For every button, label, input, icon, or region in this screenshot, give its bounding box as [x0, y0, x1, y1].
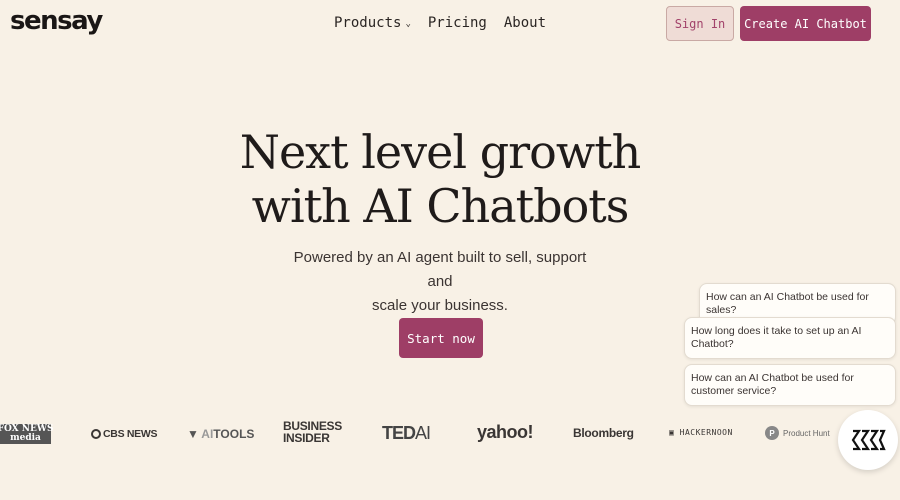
cbs-news-logo-text: CBS NEWS: [103, 428, 158, 440]
product-hunt-icon: P: [765, 426, 779, 440]
aitools-logo: ▼ AI TOOLS: [187, 427, 254, 441]
nav-pricing[interactable]: Pricing: [428, 15, 487, 31]
sign-in-button[interactable]: Sign In: [666, 6, 734, 41]
brand-logo[interactable]: sensay: [10, 6, 103, 36]
suggestion-chip[interactable]: How long does it take to set up an AI Ch…: [684, 317, 896, 359]
chevron-down-icon: ⌄: [405, 19, 411, 29]
create-ai-chatbot-button[interactable]: Create AI Chatbot: [740, 6, 871, 41]
hero-title-line2: with AI Chatbots: [251, 179, 630, 233]
suggestion-chip[interactable]: How can an AI Chatbot be used for custom…: [684, 364, 896, 406]
nav-about[interactable]: About: [504, 15, 546, 31]
nav-products[interactable]: Products ⌄: [334, 15, 411, 31]
chat-widget-button[interactable]: [838, 410, 898, 470]
ted-ai-logo: TED AI: [382, 423, 431, 444]
hackernoon-logo: ▣ HACKERNOON: [669, 428, 733, 437]
aitools-logo-prefix: AI: [201, 427, 214, 441]
hero-subtitle: Powered by an AI agent built to sell, su…: [290, 246, 590, 318]
business-insider-logo: BUSINESS INSIDER: [283, 420, 342, 444]
business-insider-logo-line2: INSIDER: [283, 431, 330, 445]
aitools-logo-suffix: TOOLS: [213, 427, 255, 441]
yahoo-logo: yahoo!: [477, 422, 534, 442]
nav-about-label: About: [503, 15, 547, 31]
cbs-news-logo: CBS NEWS: [91, 428, 157, 440]
hero-title-line1: Next level growth: [239, 125, 642, 179]
start-now-button[interactable]: Start now: [399, 318, 483, 358]
nav-pricing-label: Pricing: [427, 15, 487, 31]
sensay-mark-icon: [851, 429, 886, 451]
ted-ai-logo-prefix: TED: [382, 423, 416, 443]
press-logos: FOX NEWS media CBS NEWS ▼ AI TOOLS BUSINE…: [0, 420, 840, 450]
hero-subtitle-line1: Powered by an AI agent built to sell, su…: [293, 249, 587, 290]
hero-subtitle-line2: scale your business.: [372, 297, 508, 314]
fox-news-logo: FOX NEWS media: [0, 424, 53, 444]
main-nav: Products ⌄ Pricing About: [334, 15, 546, 31]
hackernoon-logo-text: HACKERNOON: [679, 428, 733, 437]
product-hunt-logo-text: Product Hunt: [783, 428, 830, 438]
hackernoon-icon: ▣: [669, 428, 680, 437]
hero-title: Next level growth with AI Chatbots: [0, 125, 880, 233]
cbs-eye-icon: [91, 429, 101, 439]
ted-ai-logo-suffix: AI: [415, 423, 431, 443]
aitools-mask-icon: ▼: [187, 427, 202, 441]
product-hunt-logo: P Product Hunt: [765, 426, 830, 440]
nav-products-label: Products: [334, 15, 402, 31]
fox-news-logo-subtext: media: [10, 433, 41, 443]
bloomberg-logo: Bloomberg: [573, 426, 634, 440]
